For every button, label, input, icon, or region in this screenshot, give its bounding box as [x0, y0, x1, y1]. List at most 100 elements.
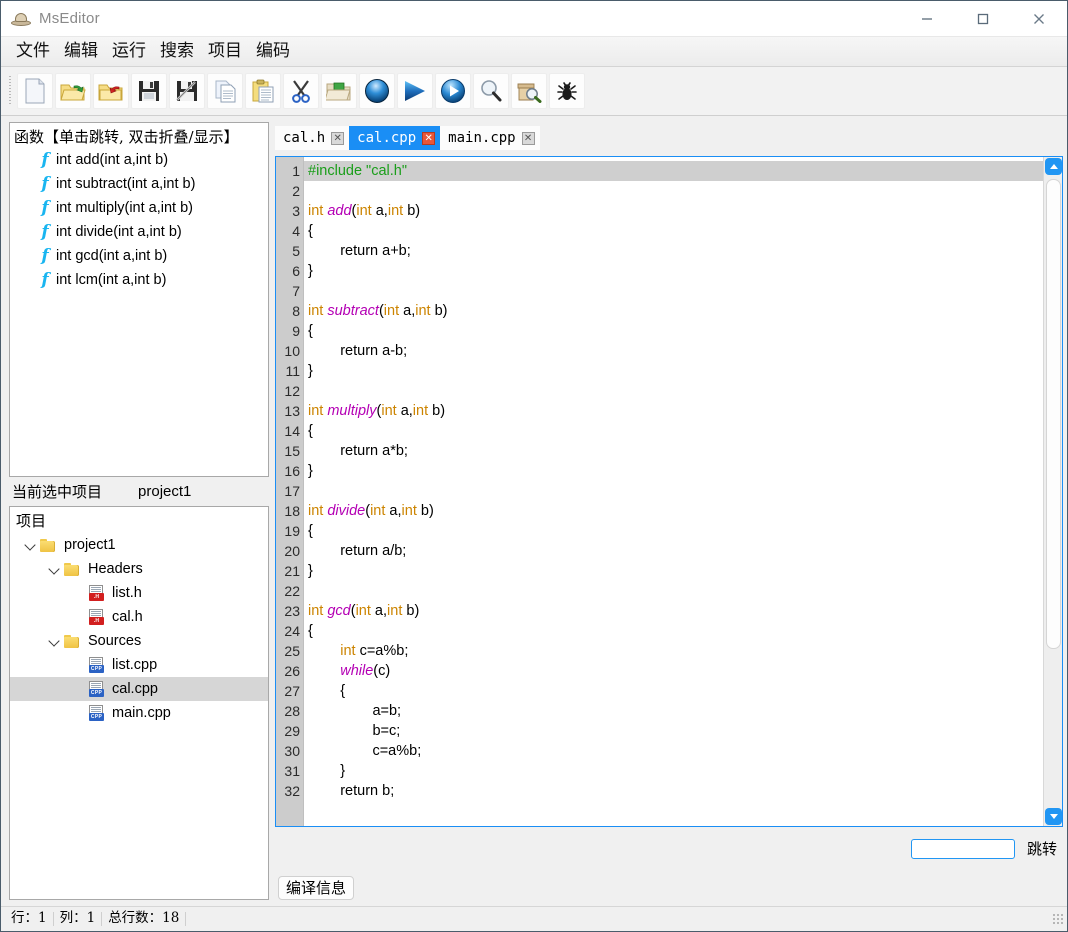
function-item[interactable]: f int lcm(int a,int b): [10, 268, 268, 292]
function-item[interactable]: f int divide(int a,int b): [10, 220, 268, 244]
tab-close-icon[interactable]: ✕: [331, 131, 345, 145]
minimize-button[interactable]: [899, 1, 955, 36]
menu-run[interactable]: 运行: [105, 41, 153, 62]
tree-node-list-cpp[interactable]: CPP list.cpp: [10, 653, 268, 677]
tree-node-list-h[interactable]: .H list.h: [10, 581, 268, 605]
chevron-down-icon[interactable]: [24, 539, 37, 552]
code-line[interactable]: [304, 181, 1062, 201]
paste-button[interactable]: [245, 73, 281, 109]
compile-button[interactable]: [359, 73, 395, 109]
status-total-lines: 总行数：18: [102, 912, 187, 926]
code-line[interactable]: while(c): [304, 661, 1062, 681]
function-item[interactable]: f int add(int a,int b): [10, 148, 268, 172]
code-line[interactable]: [304, 381, 1062, 401]
code-line[interactable]: return a/b;: [304, 541, 1062, 561]
title-bar: MsEditor: [1, 1, 1067, 37]
close-file-button[interactable]: [93, 73, 129, 109]
current-project-row: 当前选中项目 project1: [9, 477, 269, 506]
function-list-panel[interactable]: 函数【单击跳转, 双击折叠/显示】 f int add(int a,int b)…: [9, 122, 269, 477]
line-number: 5: [292, 243, 300, 259]
tree-node-cal-cpp[interactable]: CPP cal.cpp: [10, 677, 268, 701]
tab-cal-h[interactable]: cal.h ✕: [275, 126, 350, 150]
code-line[interactable]: [304, 481, 1062, 501]
code-line[interactable]: return a-b;: [304, 341, 1062, 361]
code-line[interactable]: int gcd(int a,int b): [304, 601, 1062, 621]
tab-main-cpp[interactable]: main.cpp ✕: [440, 126, 540, 150]
copy-button[interactable]: [207, 73, 243, 109]
tab-compile-info[interactable]: 编译信息: [278, 875, 355, 901]
compile-run-button[interactable]: [435, 73, 471, 109]
code-line[interactable]: }: [304, 761, 1062, 781]
open-project-button[interactable]: [321, 73, 357, 109]
code-line[interactable]: c=a%b;: [304, 741, 1062, 761]
code-line[interactable]: {: [304, 681, 1062, 701]
code-line[interactable]: int multiply(int a,int b): [304, 401, 1062, 421]
editor-vertical-scrollbar[interactable]: [1043, 157, 1062, 826]
scroll-down-icon[interactable]: [1045, 808, 1062, 825]
code-line[interactable]: a=b;: [304, 701, 1062, 721]
find-button[interactable]: [473, 73, 509, 109]
code-line[interactable]: return a+b;: [304, 241, 1062, 261]
jump-line-input[interactable]: [910, 838, 1015, 859]
tab-close-icon[interactable]: ✕: [521, 131, 535, 145]
code-line[interactable]: {: [304, 421, 1062, 441]
menu-file[interactable]: 文件: [9, 41, 57, 62]
tab-cal-cpp[interactable]: cal.cpp ✕: [349, 126, 441, 150]
tree-node-headers[interactable]: Headers: [10, 557, 268, 581]
code-line[interactable]: [304, 581, 1062, 601]
code-line[interactable]: int add(int a,int b): [304, 201, 1062, 221]
code-line[interactable]: return b;: [304, 781, 1062, 801]
code-line[interactable]: }: [304, 361, 1062, 381]
code-line[interactable]: [304, 281, 1062, 301]
code-line[interactable]: b=c;: [304, 721, 1062, 741]
close-button[interactable]: [1011, 1, 1067, 36]
code-line[interactable]: {: [304, 321, 1062, 341]
resize-grip[interactable]: [1052, 913, 1064, 925]
jump-button[interactable]: 跳转: [1025, 836, 1059, 861]
toolbar-grip[interactable]: [7, 76, 13, 106]
tree-node-main-cpp[interactable]: CPP main.cpp: [10, 701, 268, 725]
bottom-tab-bar: 编译信息: [275, 870, 1063, 906]
code-line[interactable]: }: [304, 461, 1062, 481]
menu-project[interactable]: 项目: [201, 41, 249, 62]
code-line[interactable]: #include "cal.h": [304, 161, 1062, 181]
code-line[interactable]: {: [304, 521, 1062, 541]
code-line[interactable]: }: [304, 561, 1062, 581]
function-item[interactable]: f int subtract(int a,int b): [10, 172, 268, 196]
code-line[interactable]: }: [304, 261, 1062, 281]
tree-node-project1[interactable]: project1: [10, 533, 268, 557]
menu-encoding[interactable]: 编码: [249, 41, 297, 62]
project-tree-panel[interactable]: 项目 project1 Headers .H list.h .H cal.h S…: [9, 506, 269, 900]
save-button[interactable]: [131, 73, 167, 109]
function-item[interactable]: f int multiply(int a,int b): [10, 196, 268, 220]
code-line[interactable]: return a*b;: [304, 441, 1062, 461]
find-in-files-button[interactable]: [511, 73, 547, 109]
line-number: 15: [284, 443, 300, 459]
code-line[interactable]: int divide(int a,int b): [304, 501, 1062, 521]
tab-close-icon[interactable]: ✕: [422, 131, 436, 145]
debug-button[interactable]: [549, 73, 585, 109]
code-editor[interactable]: 1 2 3 4 5 6 7 8 9 10 11 12 13 14 15 16 17 18 19 20 21 22 23 24 2…: [275, 156, 1063, 827]
code-line[interactable]: int subtract(int a,int b): [304, 301, 1062, 321]
scroll-up-icon[interactable]: [1045, 158, 1062, 175]
open-file-button[interactable]: [55, 73, 91, 109]
run-button[interactable]: [397, 73, 433, 109]
cut-button[interactable]: [283, 73, 319, 109]
code-line[interactable]: {: [304, 221, 1062, 241]
cpp-file-icon: CPP: [88, 681, 105, 697]
chevron-down-icon[interactable]: [48, 635, 61, 648]
project-tree-header: 项目: [16, 512, 47, 530]
menu-edit[interactable]: 编辑: [57, 41, 105, 62]
chevron-down-icon[interactable]: [48, 563, 61, 576]
tree-node-sources[interactable]: Sources: [10, 629, 268, 653]
code-text-area[interactable]: #include "cal.h" int add(int a,int b) { r…: [304, 157, 1062, 826]
menu-search[interactable]: 搜索: [153, 41, 201, 62]
maximize-button[interactable]: [955, 1, 1011, 36]
scrollbar-thumb[interactable]: [1046, 179, 1061, 649]
function-item[interactable]: f int gcd(int a,int b): [10, 244, 268, 268]
tree-node-cal-h[interactable]: .H cal.h: [10, 605, 268, 629]
save-as-button[interactable]: [169, 73, 205, 109]
code-line[interactable]: {: [304, 621, 1062, 641]
code-line[interactable]: int c=a%b;: [304, 641, 1062, 661]
new-file-button[interactable]: [17, 73, 53, 109]
